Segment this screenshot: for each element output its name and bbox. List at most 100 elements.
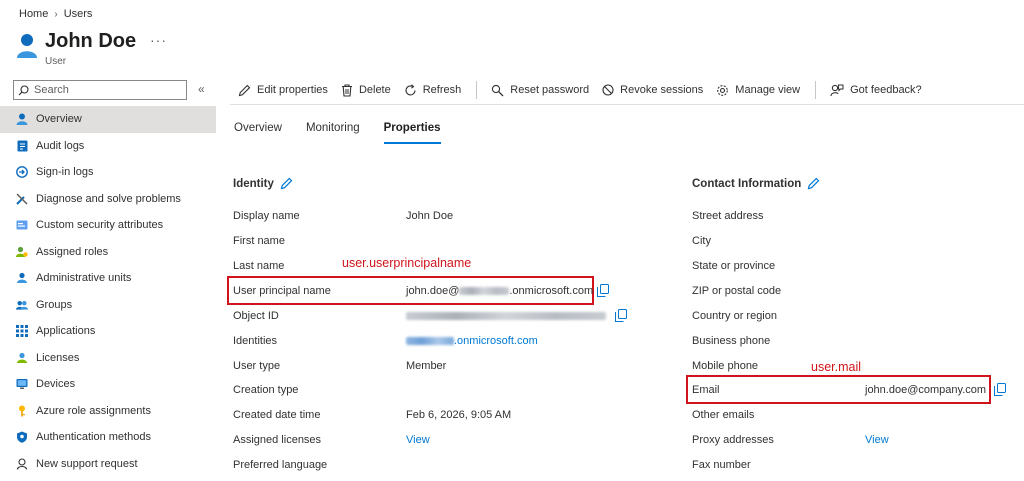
- feedback-icon: [830, 84, 844, 96]
- toolbar-divider: [476, 81, 478, 99]
- identities-link[interactable]: .onmicrosoft.com: [406, 335, 538, 347]
- sidebar-item-label: Assigned roles: [36, 245, 109, 258]
- business-phone-label: Business phone: [692, 335, 771, 347]
- display-name-label: Display name: [233, 210, 300, 222]
- sidebar-item-label: Groups: [36, 298, 73, 311]
- trash-icon: [341, 83, 352, 97]
- tab-properties[interactable]: Properties: [383, 122, 441, 144]
- edit-pencil-icon[interactable]: [807, 177, 820, 190]
- tab-bar: Overview Monitoring Properties: [234, 122, 441, 144]
- sidebar-item-label: Azure role assignments: [36, 404, 151, 417]
- redacted-identity: [406, 337, 454, 346]
- mail-annotation: user.mail: [811, 360, 862, 374]
- display-name-value: John Doe: [406, 210, 454, 222]
- sidebar-item-support[interactable]: New support request: [0, 451, 216, 478]
- manage-view-button[interactable]: Manage view: [716, 84, 800, 97]
- breadcrumb: Home › Users: [19, 8, 92, 20]
- toolbar-divider-line: [230, 104, 1024, 105]
- license-icon: [16, 352, 28, 364]
- audit-log-icon: [16, 140, 28, 152]
- creation-type-label: Creation type: [233, 384, 299, 396]
- feedback-label: Got feedback?: [850, 84, 922, 96]
- user-avatar-icon: [17, 34, 37, 58]
- sidebar-item-custom-security[interactable]: Custom security attributes: [0, 212, 216, 239]
- refresh-button[interactable]: Refresh: [404, 83, 461, 97]
- gear-icon: [717, 84, 729, 96]
- zip-label: ZIP or postal code: [692, 285, 782, 297]
- identities-suffix: .onmicrosoft.com: [454, 335, 538, 347]
- sidebar-item-label: Sign-in logs: [36, 166, 94, 179]
- shield-icon: [16, 431, 28, 444]
- sidebar-item-applications[interactable]: Applications: [0, 318, 216, 345]
- first-name-label: First name: [233, 235, 285, 247]
- sidebar-item-overview[interactable]: Overview: [0, 106, 216, 133]
- user-type-value: Member: [406, 360, 447, 372]
- sidebar-item-label: Overview: [36, 113, 82, 126]
- key-icon: [16, 405, 28, 417]
- revoke-sessions-button[interactable]: Revoke sessions: [602, 84, 703, 96]
- sidebar-item-licenses[interactable]: Licenses: [0, 345, 216, 372]
- sidebar-item-diagnose[interactable]: Diagnose and solve problems: [0, 186, 216, 213]
- collapse-sidebar-button[interactable]: «: [198, 82, 205, 96]
- tab-overview[interactable]: Overview: [234, 122, 282, 144]
- breadcrumb-separator: ›: [54, 8, 58, 20]
- mobile-phone-label: Mobile phone: [692, 360, 759, 372]
- sidebar-item-groups[interactable]: Groups: [0, 292, 216, 319]
- edit-pencil-icon[interactable]: [280, 177, 293, 190]
- sidebar-item-devices[interactable]: Devices: [0, 371, 216, 398]
- preferred-language-label: Preferred language: [233, 459, 328, 471]
- redacted-domain: [459, 287, 510, 296]
- proxy-addresses-view-link[interactable]: View: [865, 434, 889, 446]
- search-icon: [18, 84, 29, 95]
- sign-in-icon: [16, 166, 28, 179]
- city-label: City: [692, 235, 711, 247]
- sidebar-item-audit-logs[interactable]: Audit logs: [0, 133, 216, 160]
- key-search-icon: [492, 84, 504, 96]
- revoke-sessions-label: Revoke sessions: [620, 84, 704, 96]
- sidebar-item-label: Administrative units: [36, 272, 132, 285]
- breadcrumb-users[interactable]: Users: [64, 8, 93, 20]
- support-icon: [16, 458, 28, 470]
- breadcrumb-home[interactable]: Home: [19, 8, 48, 20]
- toolbar-divider: [815, 81, 817, 99]
- delete-button[interactable]: Delete: [341, 83, 391, 97]
- search-box[interactable]: [13, 80, 187, 100]
- assigned-licenses-view-link[interactable]: View: [406, 434, 430, 446]
- more-options-button[interactable]: ···: [150, 32, 167, 48]
- identities-label: Identities: [233, 335, 278, 347]
- sidebar-item-label: Authentication methods: [36, 431, 151, 444]
- manage-view-label: Manage view: [735, 84, 801, 96]
- identity-section-header: Identity: [233, 177, 293, 190]
- last-name-label: Last name: [233, 260, 285, 272]
- sidebar-item-label: New support request: [36, 457, 138, 470]
- sidebar: Overview Audit logs Sign-in logs Diagnos…: [0, 106, 216, 477]
- sidebar-item-admin-units[interactable]: Administrative units: [0, 265, 216, 292]
- upn-value-prefix: john.doe@: [406, 285, 460, 297]
- sidebar-item-sign-in-logs[interactable]: Sign-in logs: [0, 159, 216, 186]
- edit-properties-label: Edit properties: [257, 84, 328, 96]
- search-input[interactable]: [34, 84, 174, 96]
- edit-properties-button[interactable]: Edit properties: [238, 84, 328, 97]
- block-icon: [602, 84, 614, 96]
- created-date-label: Created date time: [233, 409, 321, 421]
- created-date-value: Feb 6, 2026, 9:05 AM: [406, 409, 512, 421]
- sidebar-item-assigned-roles[interactable]: Assigned roles: [0, 239, 216, 266]
- copy-icon[interactable]: [994, 383, 1006, 396]
- delete-label: Delete: [358, 84, 391, 96]
- redacted-object-id: [406, 312, 606, 320]
- upn-annotation: user.userprincipalname: [342, 256, 472, 270]
- contact-title: Contact Information: [692, 177, 802, 190]
- sidebar-item-azure-roles[interactable]: Azure role assignments: [0, 398, 216, 425]
- copy-icon[interactable]: [597, 284, 609, 297]
- refresh-icon: [405, 83, 416, 95]
- attributes-icon: [16, 219, 28, 231]
- tab-monitoring[interactable]: Monitoring: [306, 122, 360, 144]
- reset-password-button[interactable]: Reset password: [491, 84, 589, 97]
- upn-value-suffix: .onmicrosoft.com: [509, 285, 594, 297]
- proxy-addresses-label: Proxy addresses: [692, 434, 774, 446]
- command-bar: Edit properties Delete Refresh Reset pas…: [238, 80, 935, 100]
- sidebar-item-auth-methods[interactable]: Authentication methods: [0, 424, 216, 451]
- device-icon: [16, 378, 28, 390]
- copy-icon[interactable]: [615, 309, 627, 322]
- feedback-button[interactable]: Got feedback?: [830, 84, 922, 97]
